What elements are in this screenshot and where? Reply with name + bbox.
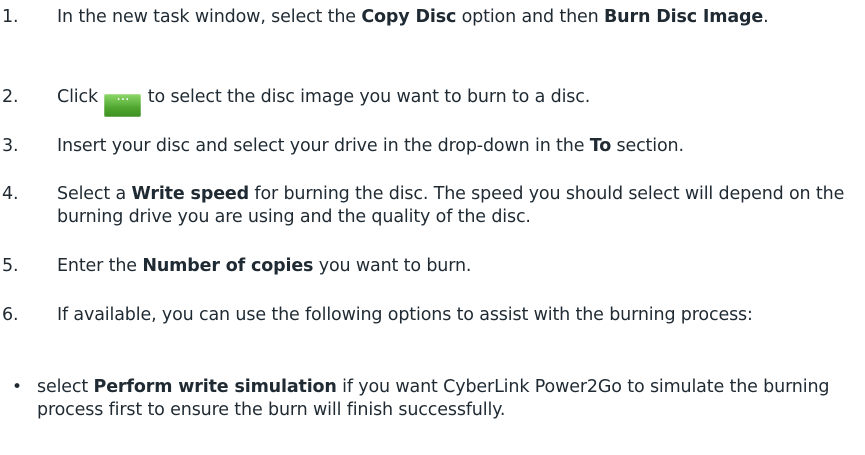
ellipsis-browse-icon: ··· <box>104 93 142 117</box>
step-number: 2. <box>2 87 19 107</box>
to-term: To <box>589 136 612 156</box>
step-text: Click ··· to select the disc image you w… <box>57 86 845 117</box>
step-text: Insert your disc and select your drive i… <box>57 136 684 156</box>
instructions-page: 1. In the new task window, select the Co… <box>0 0 865 455</box>
number-of-copies-term: Number of copies <box>142 256 314 276</box>
step-number: 5. <box>2 256 19 276</box>
burn-disc-image-term: Burn Disc Image <box>603 7 764 27</box>
step-text: Select a Write speed for burning the dis… <box>57 184 845 227</box>
step-text: In the new task window, select the Copy … <box>57 7 769 27</box>
bullet-text: select Perform write simulation if you w… <box>37 377 830 420</box>
step-number: 6. <box>2 305 19 325</box>
bullet-marker: • <box>12 377 22 397</box>
write-speed-term: Write speed <box>131 184 250 204</box>
step-number: 1. <box>2 7 19 27</box>
step-text: Enter the Number of copies you want to b… <box>57 256 472 276</box>
step-text: If available, you can use the following … <box>57 305 753 325</box>
copy-disc-term: Copy Disc <box>361 7 457 27</box>
perform-write-simulation-term: Perform write simulation <box>93 377 337 397</box>
step-number: 4. <box>2 184 19 204</box>
step-number: 3. <box>2 136 19 156</box>
